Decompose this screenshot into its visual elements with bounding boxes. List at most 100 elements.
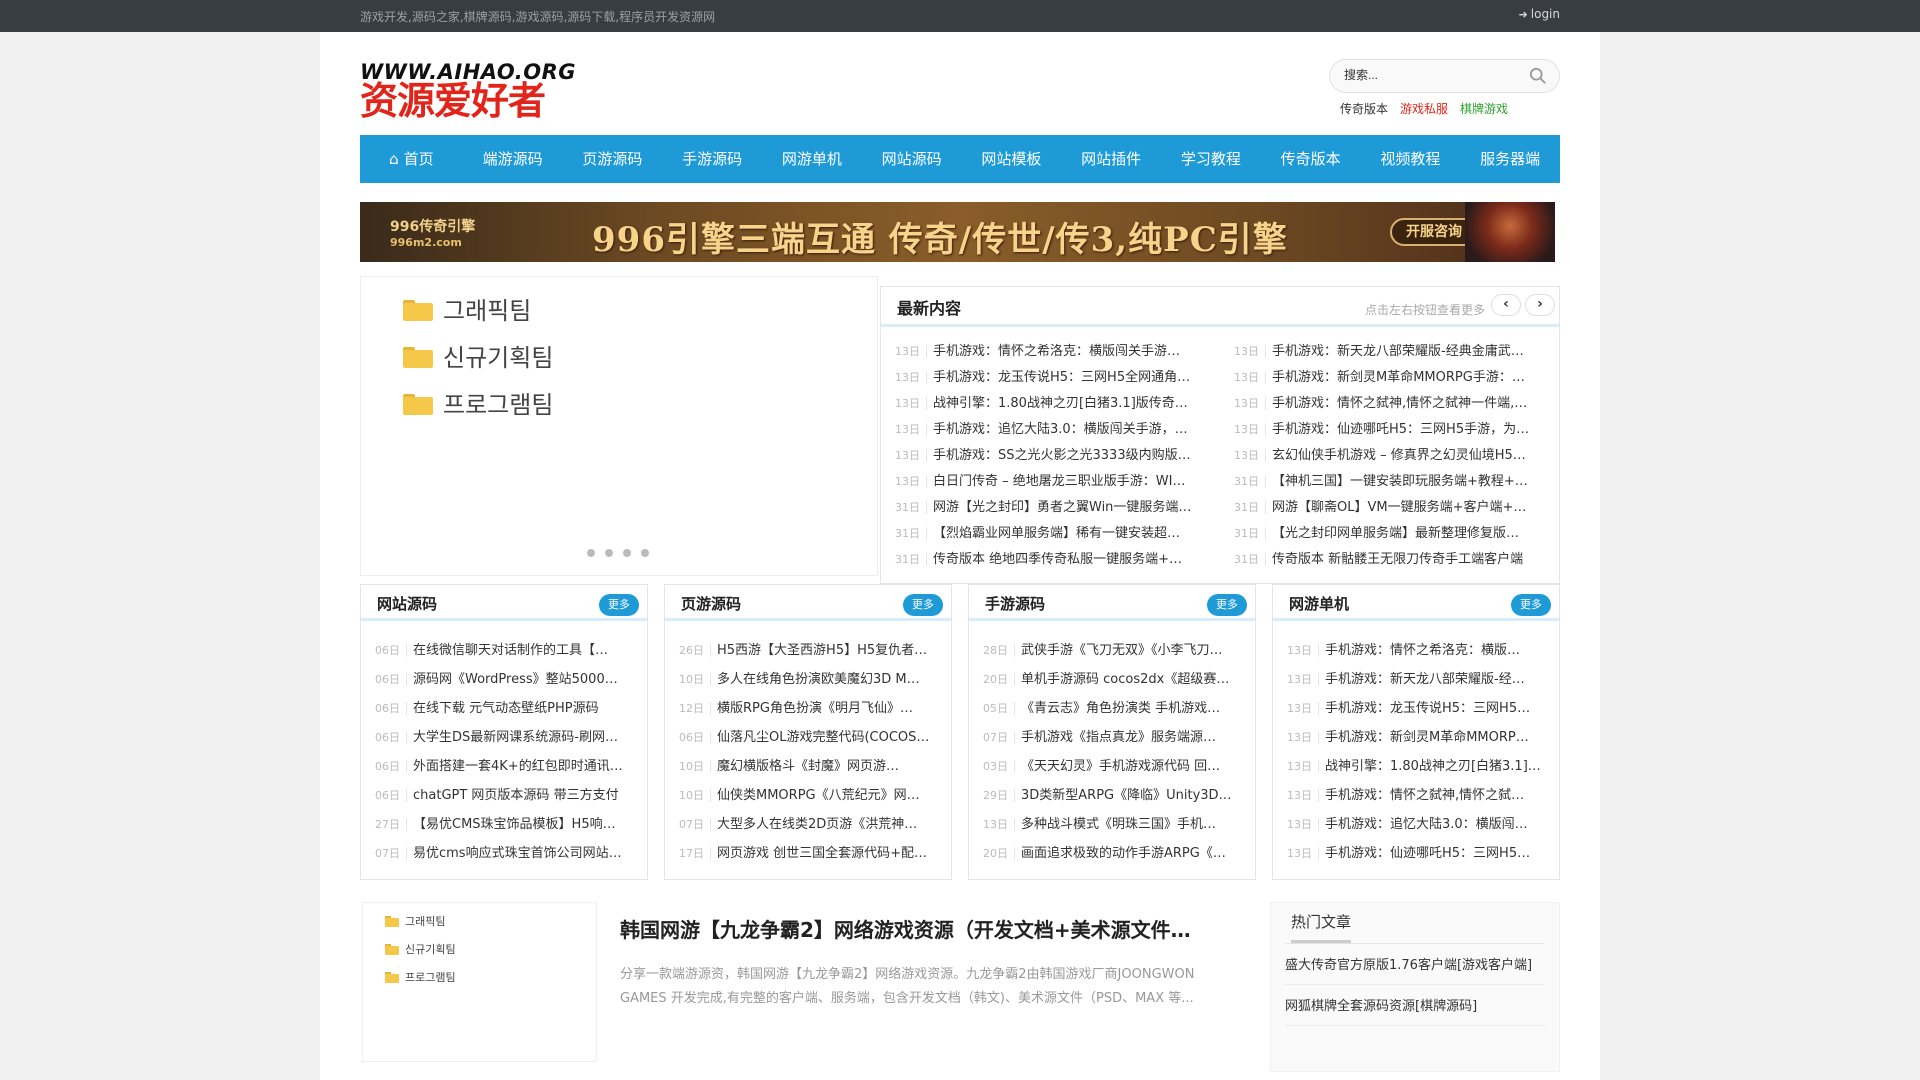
folder-label: 프로그램팀	[405, 971, 456, 984]
list-item[interactable]: 06日 外面搭建一套4K+的红包即时通讯…	[375, 754, 637, 783]
latest-item[interactable]: 13日 手机游戏：情怀之弑神,情怀之弑神一件端,…	[1234, 391, 1555, 417]
list-item[interactable]: 06日 在线下载 元气动态壁纸PHP源码	[375, 696, 637, 725]
nav-item[interactable]: 视频教程	[1361, 135, 1461, 183]
list-item[interactable]: 06日 仙落凡尘OL游戏完整代码(COCOS…	[679, 725, 941, 754]
slider-dot[interactable]	[605, 549, 613, 557]
header: WWW.AIHAO.ORG 资源爱好者 传奇版本游戏私服棋牌游戏	[360, 32, 1560, 135]
next-arrow-icon[interactable]: ›	[1525, 294, 1555, 316]
list-item[interactable]: 20日 单机手游源码 cocos2dx《超级赛…	[983, 667, 1245, 696]
hot-word-link[interactable]: 游戏私服	[1400, 102, 1448, 116]
more-button[interactable]: 更多	[1207, 594, 1247, 616]
site-logo[interactable]: WWW.AIHAO.ORG 资源爱好者	[360, 60, 576, 122]
ad-banner[interactable]: 996传奇引擎 996m2.com 996引擎三端互通 传奇/传世/传3,纯PC引…	[360, 202, 1555, 262]
list-item[interactable]: 13日 手机游戏：新剑灵M革命MMORP…	[1287, 725, 1549, 754]
hot-article-item[interactable]: 网狐棋牌全套源码资源[棋牌源码]	[1285, 985, 1545, 1026]
latest-item[interactable]: 13日 白日门传奇 – 绝地屠龙三职业版手游：WI…	[895, 469, 1234, 495]
login-link[interactable]: ➜ login	[1519, 7, 1560, 21]
article-title[interactable]: 韩国网游【九龙争霸2】网络游戏资源（开发文档+美术源文件…	[620, 914, 1240, 943]
more-button[interactable]: 更多	[1511, 594, 1551, 616]
latest-item[interactable]: 31日 网游【光之封印】勇者之翼Win一键服务端…	[895, 495, 1234, 521]
latest-item[interactable]: 31日 传奇版本 新骷髅王无限刀传奇手工端客户端	[1234, 547, 1555, 573]
hot-word-link[interactable]: 棋牌游戏	[1460, 102, 1508, 116]
thumb-folder-row: 신규기획팀	[385, 941, 456, 957]
list-item[interactable]: 13日 手机游戏：情怀之希洛克：横版…	[1287, 638, 1549, 667]
nav-item[interactable]: 页游源码	[563, 135, 663, 183]
item-title: 易优cms响应式珠宝首饰公司网站…	[413, 846, 622, 861]
nav-item[interactable]: ⌂ 首页	[360, 135, 463, 183]
latest-item[interactable]: 13日 手机游戏：情怀之希洛克：横版闯关手游…	[895, 339, 1234, 365]
nav-item[interactable]: 网站源码	[862, 135, 962, 183]
list-item[interactable]: 20日 画面追求极致的动作手游ARPG《…	[983, 841, 1245, 870]
list-item[interactable]: 06日 chatGPT 网页版本源码 带三方支付	[375, 783, 637, 812]
hot-word-link[interactable]: 传奇版本	[1340, 102, 1388, 116]
nav-item[interactable]: 传奇版本	[1261, 135, 1361, 183]
article-thumbnail[interactable]: 그래픽팀 신규기획팀 프로그램팀	[362, 902, 597, 1062]
login-label: login	[1530, 7, 1560, 21]
list-item[interactable]: 13日 手机游戏：新天龙八部荣耀版-经…	[1287, 667, 1549, 696]
nav-item[interactable]: 端游源码	[463, 135, 563, 183]
list-item[interactable]: 03日 《天天幻灵》手机游戏源代码 回…	[983, 754, 1245, 783]
more-button[interactable]: 更多	[903, 594, 943, 616]
list-item[interactable]: 07日 大型多人在线类2D页游《洪荒神…	[679, 812, 941, 841]
item-date: 10日	[679, 760, 711, 773]
list-item[interactable]: 27日 【易优CMS珠宝饰品模板】H5响…	[375, 812, 637, 841]
latest-item[interactable]: 31日 【烈焰霸业网单服务端】稀有一键安装超…	[895, 521, 1234, 547]
nav-item[interactable]: 服务器端	[1460, 135, 1560, 183]
hot-article-item[interactable]: 盛大传奇官方原版1.76客户端[游戏客户端]	[1285, 944, 1545, 985]
item-title: 画面追求极致的动作手游ARPG《…	[1021, 846, 1226, 861]
list-item[interactable]: 06日 大学生DS最新网课系统源码-刷网…	[375, 725, 637, 754]
list-item[interactable]: 10日 多人在线角色扮演欧美魔幻3D M…	[679, 667, 941, 696]
item-date: 07日	[983, 731, 1015, 744]
list-item[interactable]: 13日 多种战斗模式《明珠三国》手机…	[983, 812, 1245, 841]
item-date: 13日	[1287, 702, 1319, 715]
list-item[interactable]: 06日 在线微信聊天对话制作的工具【…	[375, 638, 637, 667]
more-button[interactable]: 更多	[599, 594, 639, 616]
item-title: 手机游戏：仙迹哪吒H5：三网H5…	[1325, 846, 1531, 861]
item-title: 【神机三国】一键安装即玩服务端+教程+…	[1272, 474, 1528, 489]
slider-dot[interactable]	[641, 549, 649, 557]
latest-item[interactable]: 13日 手机游戏：追忆大陆3.0：横版闯关手游，…	[895, 417, 1234, 443]
slider-dot[interactable]	[587, 549, 595, 557]
nav-item-label: 手游源码	[682, 150, 743, 168]
list-item[interactable]: 07日 手机游戏《指点真龙》服务端源…	[983, 725, 1245, 754]
latest-item[interactable]: 13日 手机游戏：龙玉传说H5：三网H5全网通角…	[895, 365, 1234, 391]
nav-item-label: 页游源码	[582, 150, 643, 168]
latest-item[interactable]: 31日 传奇版本 绝地四季传奇私服一键服务端+…	[895, 547, 1234, 573]
search-icon[interactable]	[1529, 67, 1547, 85]
latest-item[interactable]: 31日 【神机三国】一键安装即玩服务端+教程+…	[1234, 469, 1555, 495]
list-item[interactable]: 29日 3D类新型ARPG《降临》Unity3D…	[983, 783, 1245, 812]
list-item[interactable]: 13日 手机游戏：仙迹哪吒H5：三网H5…	[1287, 841, 1549, 870]
prev-arrow-icon[interactable]: ‹	[1491, 294, 1521, 316]
list-item[interactable]: 10日 仙侠类MMORPG《八荒纪元》网…	[679, 783, 941, 812]
nav-item[interactable]: 网站模板	[962, 135, 1062, 183]
nav-item[interactable]: 学习教程	[1161, 135, 1261, 183]
list-item[interactable]: 13日 手机游戏：龙玉传说H5：三网H5…	[1287, 696, 1549, 725]
list-item[interactable]: 26日 H5西游【大圣西游H5】H5复仇者…	[679, 638, 941, 667]
item-title: 大学生DS最新网课系统源码-刷网…	[413, 730, 618, 745]
nav-item[interactable]: 网站插件	[1061, 135, 1161, 183]
latest-item[interactable]: 31日 【光之封印网单服务端】最新整理修复版…	[1234, 521, 1555, 547]
list-item[interactable]: 13日 手机游戏：追忆大陆3.0：横版闯…	[1287, 812, 1549, 841]
banner-text: 996引擎三端互通 传奇/传世/传3,纯PC引擎	[592, 220, 1288, 260]
list-item[interactable]: 07日 易优cms响应式珠宝首饰公司网站…	[375, 841, 637, 870]
latest-item[interactable]: 13日 玄幻仙侠手机游戏 – 修真界之幻灵仙境H5…	[1234, 443, 1555, 469]
list-item[interactable]: 12日 横版RPG角色扮演《明月飞仙》…	[679, 696, 941, 725]
list-item[interactable]: 10日 魔幻横版格斗《封魔》网页游…	[679, 754, 941, 783]
list-item[interactable]: 13日 战神引擎：1.80战神之刃[白猪3.1]…	[1287, 754, 1549, 783]
nav-item[interactable]: 网游单机	[762, 135, 862, 183]
slider-dot[interactable]	[623, 549, 631, 557]
list-item[interactable]: 28日 武侠手游《飞刀无双》《小李飞刀…	[983, 638, 1245, 667]
list-item[interactable]: 17日 网页游戏 创世三国全套源代码+配…	[679, 841, 941, 870]
latest-item[interactable]: 13日 手机游戏：新剑灵M革命MMORPG手游：…	[1234, 365, 1555, 391]
latest-item[interactable]: 13日 手机游戏：SS之光火影之光3333级内购版…	[895, 443, 1234, 469]
search-input[interactable]	[1344, 68, 1524, 82]
latest-item[interactable]: 31日 网游【聊斋OL】VM一键服务端+客户端+…	[1234, 495, 1555, 521]
nav-item[interactable]: 手游源码	[662, 135, 762, 183]
latest-item[interactable]: 13日 手机游戏：新天龙八部荣耀版-经典金庸武…	[1234, 339, 1555, 365]
list-item[interactable]: 06日 源码网《WordPress》整站5000…	[375, 667, 637, 696]
list-item[interactable]: 13日 手机游戏：情怀之弑神,情怀之弑…	[1287, 783, 1549, 812]
image-slider[interactable]: 그래픽팀 신규기획팀 프로그램팀	[360, 276, 878, 576]
latest-item[interactable]: 13日 手机游戏：仙迹哪吒H5：三网H5手游，为…	[1234, 417, 1555, 443]
list-item[interactable]: 05日 《青云志》角色扮演类 手机游戏…	[983, 696, 1245, 725]
latest-item[interactable]: 13日 战神引擎：1.80战神之刃[白猪3.1]版传奇…	[895, 391, 1234, 417]
